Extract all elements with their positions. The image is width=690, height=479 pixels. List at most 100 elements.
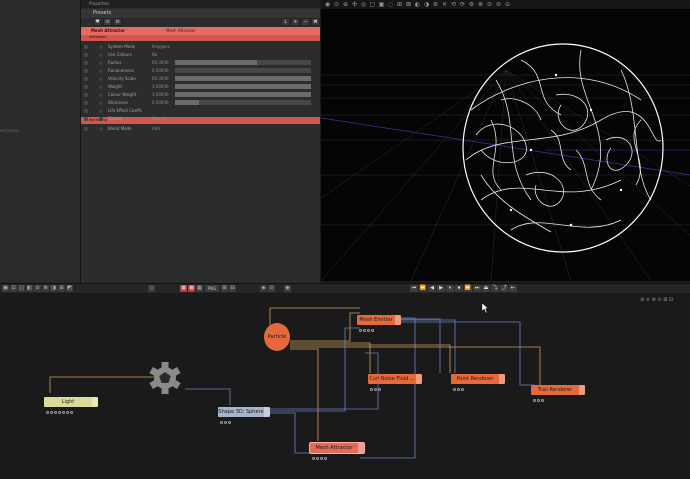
tool-icon[interactable]: ⊞ bbox=[58, 285, 65, 292]
list-icon[interactable]: ≡ bbox=[646, 297, 650, 303]
link-dot[interactable] bbox=[99, 85, 103, 89]
node-point-renderer[interactable]: Point Renderer bbox=[451, 374, 505, 391]
target-icon[interactable]: ◎ bbox=[360, 1, 367, 8]
tool-icon[interactable]: ◉ bbox=[284, 285, 291, 292]
gizmo-icon[interactable]: ⊛ bbox=[432, 1, 439, 8]
bounce-button[interactable]: ⤴ bbox=[500, 285, 508, 292]
node-shape-sphere[interactable]: Shape 3D: Sphere bbox=[218, 407, 270, 424]
keyframe-dot[interactable] bbox=[84, 77, 88, 81]
property-value[interactable]: 1.00000 bbox=[152, 84, 169, 89]
property-row-use-colours[interactable]: Use Colours No bbox=[81, 51, 320, 59]
viewport[interactable] bbox=[321, 0, 690, 281]
property-slider[interactable] bbox=[175, 84, 311, 89]
go-end-button[interactable]: ⏭ bbox=[473, 285, 481, 292]
node-scene-gear[interactable] bbox=[148, 361, 182, 395]
rotate-right-icon[interactable]: ⟳ bbox=[459, 1, 466, 8]
move-icon[interactable]: ✣ bbox=[351, 1, 358, 8]
collapse-icon[interactable]: ⊟ bbox=[669, 297, 673, 303]
reset-icon[interactable]: ⊙ bbox=[103, 18, 112, 26]
keyframe-dot[interactable] bbox=[84, 61, 88, 65]
settings-icon[interactable]: ✖ bbox=[311, 18, 320, 26]
tool-icon[interactable]: ⊙ bbox=[268, 285, 275, 292]
camera-icon[interactable]: ◉ bbox=[324, 1, 331, 8]
eject-button[interactable]: ⏏ bbox=[482, 285, 490, 292]
box-icon[interactable]: ⊠ bbox=[663, 297, 667, 303]
property-value[interactable]: No bbox=[152, 52, 157, 57]
record-icon[interactable]: ■ bbox=[180, 285, 187, 292]
loop-button[interactable]: ⤵ bbox=[491, 285, 499, 292]
link-dot[interactable] bbox=[99, 45, 103, 49]
equal-icon[interactable]: ⊜ bbox=[495, 1, 502, 8]
link-dot[interactable] bbox=[99, 117, 103, 121]
record-icon[interactable]: ■ bbox=[188, 285, 195, 292]
shading-icon[interactable]: ◐ bbox=[414, 1, 421, 8]
stop-button[interactable]: ⏹ bbox=[455, 285, 463, 292]
property-value[interactable]: 60.0000 bbox=[152, 60, 169, 65]
property-value[interactable]: Polygons bbox=[152, 44, 170, 49]
property-slider[interactable] bbox=[175, 100, 311, 105]
property-slider[interactable] bbox=[175, 60, 311, 65]
tool-icon[interactable]: ◧ bbox=[26, 285, 33, 292]
property-row-velocity-scale[interactable]: Velocity Scale 60.0000 bbox=[81, 75, 320, 83]
property-row-randomness[interactable]: Randomness 0.00000 bbox=[81, 67, 320, 75]
link-dot[interactable] bbox=[99, 93, 103, 97]
zoom-icon[interactable]: ⊕ bbox=[640, 297, 644, 303]
snap-icon[interactable]: ⊠ bbox=[405, 1, 412, 8]
node-mesh-attractor[interactable]: Mesh Attractor bbox=[310, 443, 364, 460]
tool-icon[interactable]: ◩ bbox=[66, 285, 73, 292]
lasso-icon[interactable]: ◌ bbox=[387, 1, 394, 8]
favourite-icon[interactable]: ♥ bbox=[93, 18, 102, 26]
keyframe-dot[interactable] bbox=[84, 53, 88, 57]
property-row-stickiness[interactable]: Stickiness 0.00000 bbox=[81, 99, 320, 107]
settings-icon[interactable]: ⚙ bbox=[468, 1, 475, 8]
tool-icon[interactable]: ⊟ bbox=[229, 285, 236, 292]
fast-forward-button[interactable]: ⏩ bbox=[464, 285, 472, 292]
tool-icon[interactable]: ▦ bbox=[196, 285, 203, 292]
node-light[interactable]: Light bbox=[44, 397, 98, 414]
property-value[interactable]: 0.00000 bbox=[152, 100, 169, 105]
property-row-shader[interactable]: Shader (None) bbox=[81, 115, 320, 123]
rotate-left-icon[interactable]: ⟲ bbox=[450, 1, 457, 8]
link-dot[interactable] bbox=[99, 69, 103, 73]
property-row-weight[interactable]: Weight 1.00000 bbox=[81, 83, 320, 91]
property-value[interactable]: 1.00000 bbox=[152, 92, 169, 97]
disable-icon[interactable]: ⊗ bbox=[477, 1, 484, 8]
go-start-button[interactable]: ⏮ bbox=[410, 285, 418, 292]
node-mesh-emitter[interactable]: Mesh Emitter bbox=[357, 315, 401, 332]
node-curl-noise-fluid[interactable]: Curl Noise Fluid ... bbox=[368, 374, 422, 391]
png-export-button[interactable]: PNG bbox=[205, 285, 219, 292]
orbit-icon[interactable]: ⊙ bbox=[333, 1, 340, 8]
property-slider[interactable] bbox=[175, 68, 311, 73]
property-value[interactable]: 0.00000 bbox=[152, 68, 169, 73]
pause-button[interactable]: ⏸ bbox=[446, 285, 454, 292]
step-back-button[interactable]: ◀ bbox=[428, 285, 436, 292]
keyframe-dot[interactable] bbox=[84, 117, 88, 121]
minus-view-icon[interactable]: ⊝ bbox=[504, 1, 511, 8]
link-dot[interactable] bbox=[99, 101, 103, 105]
play-button[interactable]: ▶ bbox=[437, 285, 445, 292]
keyframe-dot[interactable] bbox=[84, 45, 88, 49]
slash-icon[interactable]: ⊘ bbox=[657, 297, 661, 303]
frame-icon[interactable]: ▢ bbox=[369, 1, 376, 8]
download-icon[interactable]: ↓ bbox=[281, 18, 290, 26]
property-slider[interactable] bbox=[175, 76, 311, 81]
grid-icon[interactable]: ⊞ bbox=[396, 1, 403, 8]
tool-icon[interactable]: ◈ bbox=[260, 285, 267, 292]
keyframe-dot[interactable] bbox=[84, 109, 88, 113]
link-dot[interactable] bbox=[99, 109, 103, 113]
node-graph[interactable]: ⊕ ≡ ⊗ ⊘ ⊠ ⊟ Mesh Emitter Particle Curl N… bbox=[0, 293, 690, 479]
property-row-radius[interactable]: Radius 60.0000 bbox=[81, 59, 320, 67]
node-trail-renderer[interactable]: Trail Renderer bbox=[531, 385, 585, 402]
tool-icon[interactable]: ◨ bbox=[50, 285, 57, 292]
property-row-blend-mode[interactable]: Blend Mode Add bbox=[81, 125, 320, 133]
link-dot[interactable] bbox=[99, 61, 103, 65]
cross-icon[interactable]: ⊗ bbox=[652, 297, 656, 303]
keyframe-dot[interactable] bbox=[84, 127, 88, 131]
tool-icon[interactable]: ⊙ bbox=[34, 285, 41, 292]
presets-bar[interactable]: Presets bbox=[81, 9, 320, 18]
keyframe-dot[interactable] bbox=[84, 101, 88, 105]
tool-icon[interactable]: ⊡ bbox=[10, 285, 17, 292]
keyframe-dot[interactable] bbox=[84, 69, 88, 73]
link-dot[interactable] bbox=[99, 127, 103, 131]
keyframe-dot[interactable] bbox=[84, 85, 88, 89]
